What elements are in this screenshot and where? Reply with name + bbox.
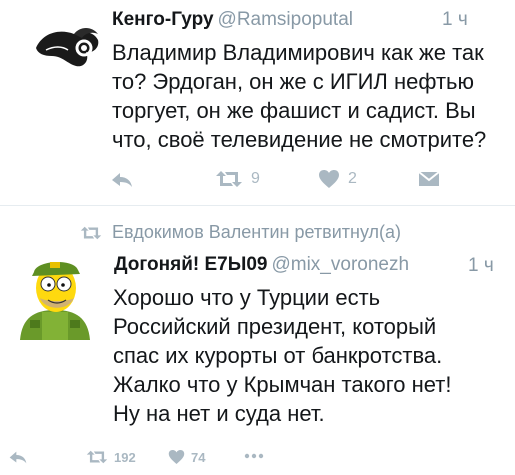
reply-button[interactable] [8,450,28,465]
reply-icon [112,173,132,187]
avatar[interactable] [28,12,102,72]
timestamp[interactable]: 1 ч [442,8,468,32]
retweet-icon [216,171,242,187]
retweeted-by-label[interactable]: Евдокимов Валентин ретвитнул(а) [112,222,401,243]
retweet-count: 9 [251,170,260,187]
like-button[interactable]: 2 [318,169,357,189]
tweet-text: Хорошо что у Турции есть Российский през… [113,285,452,426]
heart-icon [319,170,339,188]
more-dots-icon [244,453,264,459]
retweet-count: 192 [114,449,136,465]
envelope-icon [418,171,440,186]
avatar[interactable] [10,250,100,340]
display-name[interactable]: Догоняй! E7Ы09 [114,254,267,275]
like-count: 2 [348,170,357,187]
timestamp[interactable]: 1 ч [468,254,494,278]
tweet-actions: 192 74 [0,444,515,474]
ram-logo-avatar [36,28,99,67]
user-handle[interactable]: @mix_voronezh [271,254,409,275]
retweet-button[interactable]: 9 [215,169,260,189]
retweet-icon [86,450,108,464]
like-button[interactable]: 74 [168,449,205,465]
tweet-1[interactable]: Кенго-Гуру @Ramsipoputal 1 ч Владимир Вла… [0,0,515,206]
display-name[interactable]: Кенго-Гуру [112,9,214,30]
user-handle[interactable]: @Ramsipoputal [218,9,353,30]
tweet-actions: 9 2 [0,165,515,195]
reply-icon [9,451,27,464]
tweet-header: Кенго-Гуру @Ramsipoputal [112,8,353,32]
cartoon-avatar [10,250,100,340]
heart-icon [168,450,185,464]
reply-button[interactable] [110,171,134,189]
retweet-context: Евдокимов Валентин ретвитнул(а) [80,222,401,243]
message-button[interactable] [418,170,440,188]
retweet-button[interactable]: 192 [86,449,136,465]
tweet-header: Догоняй! E7Ы09 @mix_voronezh [114,253,409,277]
retweet-icon [80,226,102,239]
like-count: 74 [191,449,206,465]
more-button[interactable] [244,453,264,459]
tweet-text: Владимир Владимирович как же так то? Эрд… [112,40,487,152]
